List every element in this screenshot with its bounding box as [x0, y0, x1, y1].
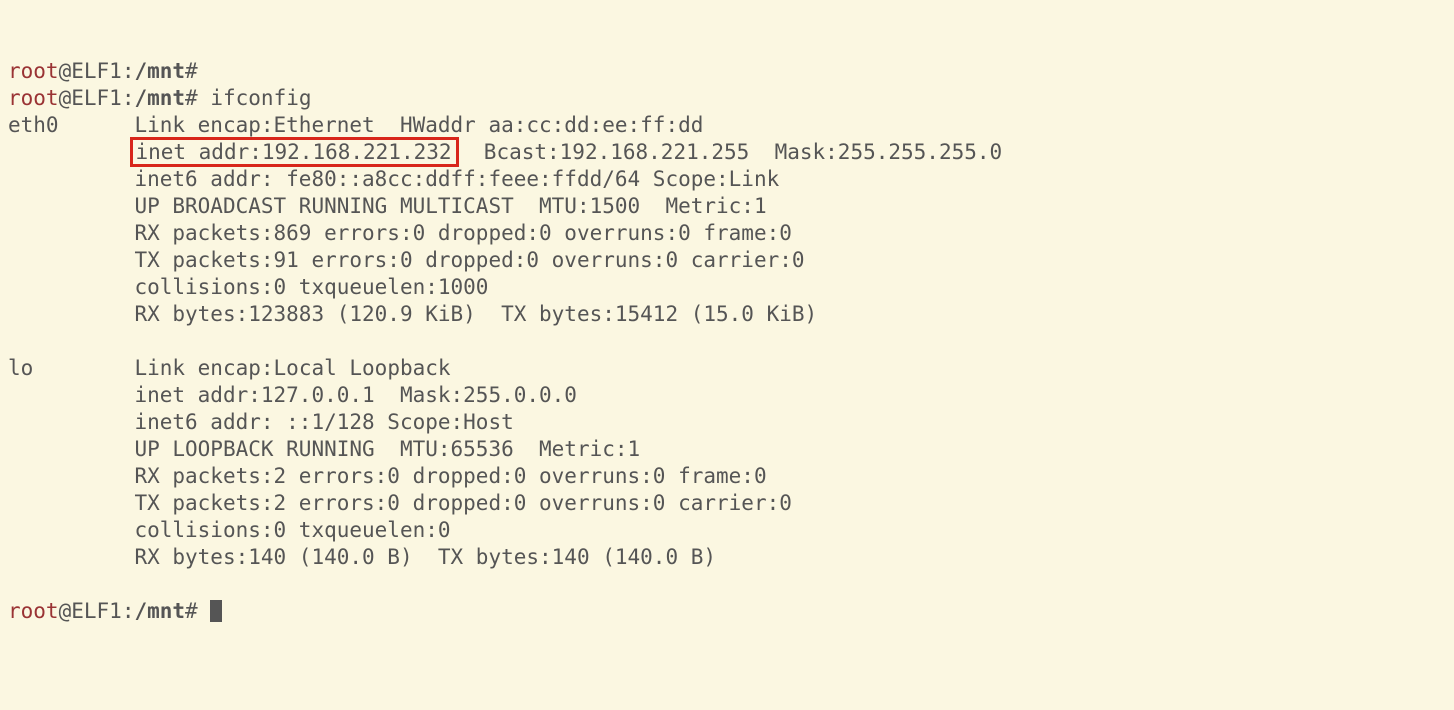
prompt-hash: #	[185, 59, 198, 83]
prompt-line-1: root@ELF1:/mnt#	[8, 59, 198, 83]
lo-flags-line: UP LOOPBACK RUNNING MTU:65536 Metric:1	[134, 437, 640, 461]
eth0-bytes: RX bytes:123883 (120.9 KiB) TX bytes:154…	[134, 302, 817, 326]
prompt-host: ELF1	[71, 59, 122, 83]
eth0-flags-line: UP BROADCAST RUNNING MULTICAST MTU:1500 …	[134, 194, 766, 218]
lo-inet6-line: inet6 addr: ::1/128 Scope:Host	[134, 410, 513, 434]
lo-collisions: collisions:0 txqueuelen:0	[134, 518, 450, 542]
prompt-line-3: root@ELF1:/mnt#	[8, 599, 198, 623]
prompt-at: @	[59, 59, 72, 83]
iface-lo-name: lo	[8, 356, 33, 380]
prompt-colon: :	[122, 59, 135, 83]
eth0-collisions: collisions:0 txqueuelen:1000	[134, 275, 488, 299]
command-ifconfig: ifconfig	[210, 86, 311, 110]
eth0-tx-packets: TX packets:91 errors:0 dropped:0 overrun…	[134, 248, 804, 272]
lo-link-line: Link encap:Local Loopback	[134, 356, 450, 380]
lo-bytes: RX bytes:140 (140.0 B) TX bytes:140 (140…	[134, 545, 716, 569]
prompt-path: /mnt	[134, 59, 185, 83]
lo-inet-line: inet addr:127.0.0.1 Mask:255.0.0.0	[134, 383, 577, 407]
prompt-user: root	[8, 59, 59, 83]
eth0-rx-packets: RX packets:869 errors:0 dropped:0 overru…	[134, 221, 791, 245]
eth0-inet6-line: inet6 addr: fe80::a8cc:ddff:feee:ffdd/64…	[134, 167, 779, 191]
iface-eth0-name: eth0	[8, 113, 59, 137]
prompt-line-2: root@ELF1:/mnt#	[8, 86, 198, 110]
lo-rx-packets: RX packets:2 errors:0 dropped:0 overruns…	[134, 464, 766, 488]
eth0-inet-highlight: inet addr:192.168.221.232	[130, 137, 458, 167]
eth0-link-line: Link encap:Ethernet HWaddr aa:cc:dd:ee:f…	[134, 113, 703, 137]
terminal-output[interactable]: root@ELF1:/mnt# root@ELF1:/mnt# ifconfig…	[8, 58, 1446, 625]
lo-tx-packets: TX packets:2 errors:0 dropped:0 overruns…	[134, 491, 791, 515]
terminal-cursor[interactable]	[210, 600, 222, 622]
eth0-inet-rest: Bcast:192.168.221.255 Mask:255.255.255.0	[459, 140, 1003, 164]
